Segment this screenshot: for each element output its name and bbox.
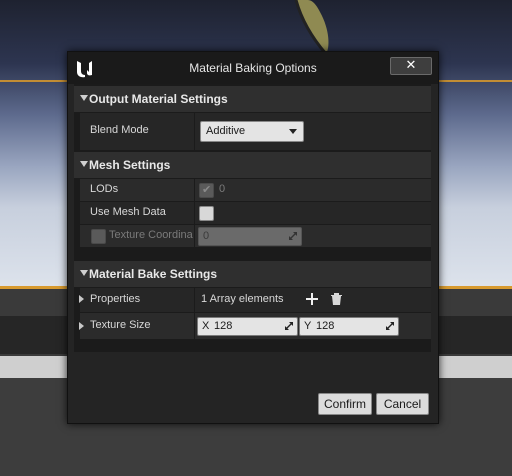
row-blend-mode: Blend Mode Additive	[80, 112, 431, 150]
column-divider	[194, 313, 195, 339]
resize-arrows-icon	[289, 232, 297, 240]
use-mesh-data-label: Use Mesh Data	[90, 206, 166, 218]
texture-size-x-value: 128	[214, 320, 233, 332]
expand-arrow-icon[interactable]	[79, 295, 84, 303]
texture-coordinate-value: 0	[203, 230, 210, 242]
column-divider	[194, 113, 195, 150]
close-button[interactable]: ✕	[390, 57, 432, 75]
y-axis-label: Y	[304, 320, 312, 332]
lods-value: 0	[219, 183, 226, 195]
section-title: Material Bake Settings	[89, 267, 218, 281]
trash-icon[interactable]	[331, 293, 342, 305]
lods-checkbox[interactable]: ✔	[199, 183, 214, 198]
section-output-material-settings[interactable]: Output Material Settings	[74, 86, 431, 112]
viewport-leaf-mesh	[294, 0, 329, 55]
row-use-mesh-data: Use Mesh Data	[80, 201, 431, 224]
column-divider	[194, 202, 195, 224]
collapse-triangle-icon	[80, 95, 88, 101]
section-title: Output Material Settings	[89, 92, 228, 106]
row-lods: LODs ✔ 0	[80, 178, 431, 201]
dialog-title: Material Baking Options	[189, 61, 317, 75]
close-icon: ✕	[405, 58, 417, 73]
column-divider	[194, 288, 195, 312]
row-texture-size[interactable]: Texture Size X 128 Y 128	[79, 312, 431, 339]
blend-mode-value: Additive	[206, 125, 246, 137]
use-mesh-data-checkbox[interactable]	[199, 206, 214, 221]
properties-label: Properties	[90, 293, 141, 305]
section-material-bake-settings[interactable]: Material Bake Settings	[74, 261, 431, 287]
lods-label: LODs	[90, 183, 119, 195]
section-mesh-settings[interactable]: Mesh Settings	[74, 152, 431, 178]
details-panel: Output Material Settings Blend Mode Addi…	[74, 84, 431, 352]
add-element-icon[interactable]	[306, 293, 318, 305]
texture-size-x-input[interactable]: X 128	[197, 317, 298, 336]
texture-size-label: Texture Size	[90, 319, 151, 331]
row-texture-coordinate: Texture Coordina 0	[80, 224, 431, 247]
x-axis-label: X	[202, 320, 210, 332]
blend-mode-dropdown[interactable]: Additive	[200, 121, 304, 142]
texture-size-y-input[interactable]: Y 128	[299, 317, 399, 336]
collapse-triangle-icon	[80, 270, 88, 276]
dialog-titlebar[interactable]: Material Baking Options ✕	[68, 52, 438, 84]
confirm-button[interactable]: Confirm	[318, 393, 372, 415]
blend-mode-label: Blend Mode	[90, 124, 149, 136]
properties-value: 1 Array elements	[201, 293, 284, 305]
texture-coordinate-input[interactable]: 0	[198, 227, 302, 246]
texture-size-y-value: 128	[316, 320, 335, 332]
checkmark-icon: ✔	[202, 183, 212, 196]
collapse-triangle-icon	[80, 161, 88, 167]
resize-arrows-icon	[285, 322, 293, 330]
section-title: Mesh Settings	[89, 158, 171, 172]
column-divider	[194, 179, 195, 201]
column-divider	[194, 225, 195, 247]
row-properties[interactable]: Properties 1 Array elements	[79, 287, 431, 312]
texture-coordinate-checkbox[interactable]	[91, 229, 106, 244]
cancel-button[interactable]: Cancel	[376, 393, 429, 415]
dropdown-arrow-icon	[289, 129, 297, 134]
expand-arrow-icon[interactable]	[79, 322, 84, 330]
resize-arrows-icon	[386, 322, 394, 330]
texture-coordinate-label: Texture Coordina	[109, 229, 193, 241]
material-baking-dialog: Material Baking Options ✕ Output Materia…	[67, 51, 439, 424]
